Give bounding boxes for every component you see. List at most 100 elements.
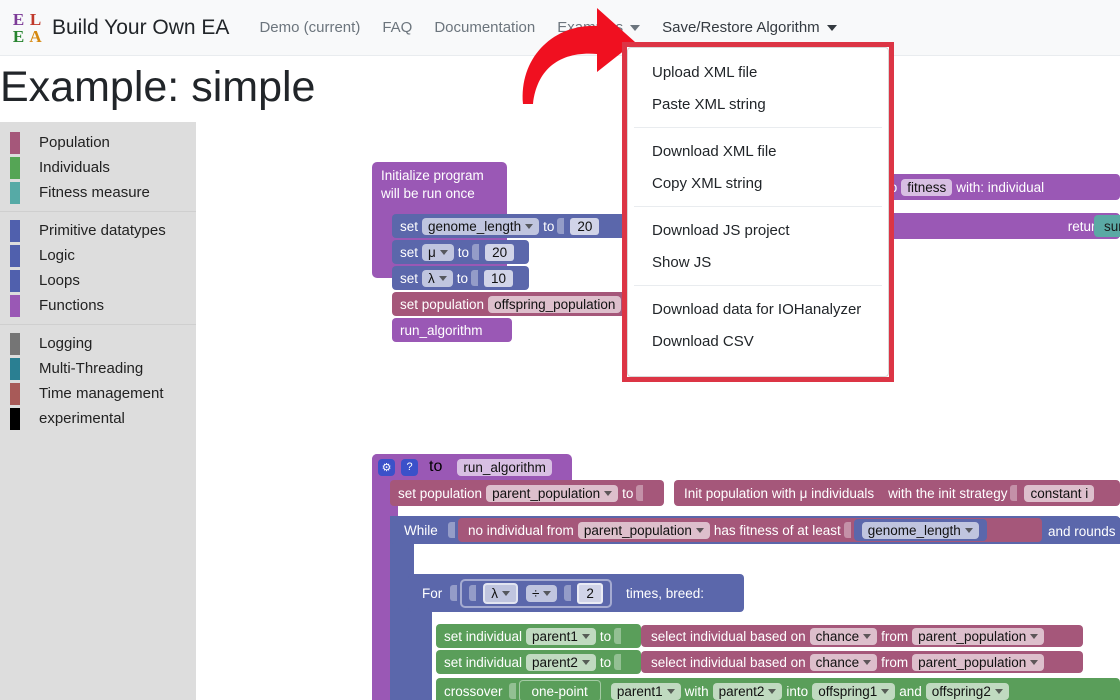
sidebar-item-logging[interactable]: Logging — [0, 331, 196, 356]
menu-item-download-data-iohanalyzer[interactable]: Download data for IOHanalyzer — [628, 293, 888, 325]
nav-item-examples-label: Examples — [557, 19, 624, 36]
sidebar-item-time-management[interactable]: Time management — [0, 381, 196, 406]
sidebar-item-population[interactable]: Population — [0, 130, 196, 155]
menu-item-copy-xml-string[interactable]: Copy XML string — [628, 167, 888, 199]
procedure-name: run_algorithm — [400, 322, 483, 338]
variable-dropdown-lambda[interactable]: λ — [483, 582, 518, 604]
number-value[interactable]: 20 — [570, 217, 600, 235]
and-keyword: and — [899, 683, 922, 699]
block-crossover-type[interactable]: one-point — [518, 680, 601, 700]
variable-dropdown-mu[interactable]: μ — [422, 243, 454, 261]
procedure-name-field[interactable]: fitness — [901, 178, 953, 196]
procedure-name-field[interactable]: run_algorithm — [457, 458, 552, 476]
variable-dropdown-parent-population[interactable]: parent_population — [912, 627, 1045, 645]
sidebar-item-label: Individuals — [39, 159, 110, 176]
variable-dropdown-parent-population[interactable]: parent_population — [912, 653, 1045, 671]
chevron-down-icon — [438, 275, 447, 281]
sidebar-item-label: Logic — [39, 247, 75, 264]
sidebar-item-individuals[interactable]: Individuals — [0, 155, 196, 180]
sidebar-item-fitness-measure[interactable]: Fitness measure — [0, 180, 196, 205]
operator-dropdown-divide[interactable]: ÷ — [526, 584, 558, 602]
variable-name: parent_population — [583, 522, 692, 538]
set-individual-keyword: set individual — [444, 654, 523, 670]
save-restore-dropdown-highlight: Upload XML file Paste XML string Downloa… — [622, 42, 894, 382]
sidebar-item-loops[interactable]: Loops — [0, 268, 196, 293]
variable-dropdown-parent2[interactable]: parent2 — [712, 682, 783, 700]
variable-dropdown-parent1[interactable]: parent1 — [526, 627, 596, 645]
variable-dropdown-lambda[interactable]: λ — [422, 269, 453, 287]
number-value[interactable]: 2 — [577, 582, 603, 604]
selection-mode-dropdown[interactable]: chance — [809, 627, 878, 645]
block-run-algorithm-header[interactable]: ⚙ ? to run_algorithm — [372, 454, 572, 480]
save-restore-dropdown-menu[interactable]: Upload XML file Paste XML string Downloa… — [627, 47, 889, 377]
help-icon[interactable]: ? — [401, 458, 418, 476]
sidebar-item-functions[interactable]: Functions — [0, 293, 196, 318]
variable-name: λ — [428, 270, 435, 286]
variable-dropdown-parent-population[interactable]: parent_population — [577, 521, 710, 539]
menu-item-download-csv[interactable]: Download CSV — [628, 325, 888, 357]
sidebar-item-multi-threading[interactable]: Multi-Threading — [0, 356, 196, 381]
variable-dropdown-genome-length[interactable]: genome_length — [861, 521, 979, 539]
block-crossover[interactable]: crossover one-point parent1 with parent2… — [436, 678, 1120, 700]
block-set-mu[interactable]: set μ to 20 — [392, 240, 529, 264]
variable-dropdown-parent-population[interactable]: parent_population — [486, 484, 619, 502]
app-logo[interactable]: E L E A — [10, 11, 44, 45]
menu-item-upload-xml-file[interactable]: Upload XML file — [628, 56, 888, 88]
block-sum[interactable]: sum — [1094, 215, 1120, 237]
block-select-individual-1[interactable]: select individual based on chance from p… — [641, 625, 1083, 647]
variable-dropdown-offspring2[interactable]: offspring2 — [925, 682, 1009, 700]
block-set-individual-parent2[interactable]: set individual parent2 to — [436, 650, 641, 674]
variable-name: parent_population — [492, 485, 601, 501]
block-set-individual-parent1[interactable]: set individual parent1 to — [436, 624, 641, 648]
block-init-population[interactable]: Init population with μ individuals with … — [674, 480, 1120, 506]
nav-item-examples[interactable]: Examples — [557, 19, 641, 36]
block-genome-length-ref[interactable]: genome_length — [853, 519, 987, 541]
nav-item-documentation[interactable]: Documentation — [434, 19, 535, 36]
menu-item-download-js-project[interactable]: Download JS project — [628, 214, 888, 246]
variable-dropdown-genome-length[interactable]: genome_length — [422, 217, 540, 235]
block-select-individual-2[interactable]: select individual based on chance from p… — [641, 651, 1083, 673]
set-population-keyword: set population — [398, 485, 483, 501]
from-keyword: from — [881, 628, 909, 644]
procedure-name: run_algorithm — [463, 459, 546, 475]
nav-links: Demo (current) FAQ Documentation Example… — [259, 19, 837, 36]
for-arith-group[interactable]: λ ÷ 2 — [460, 578, 612, 608]
init-strategy-value[interactable]: constant i — [1024, 484, 1095, 502]
block-initialize-program-header[interactable]: Initialize program will be run once — [372, 162, 507, 212]
sidebar-item-experimental[interactable]: experimental — [0, 406, 196, 431]
sidebar-item-logic[interactable]: Logic — [0, 243, 196, 268]
chevron-down-icon — [1030, 659, 1039, 665]
block-set-parent-population[interactable]: set population parent_population to — [390, 480, 664, 506]
number-value[interactable]: 10 — [484, 269, 514, 287]
variable-dropdown-offspring1[interactable]: offspring1 — [812, 682, 896, 700]
nav-item-save-restore[interactable]: Save/Restore Algorithm — [662, 19, 837, 36]
block-set-lambda[interactable]: set λ to 10 — [392, 266, 529, 290]
set-population-keyword: set population — [400, 296, 485, 312]
sidebar-item-label: Logging — [39, 335, 93, 352]
menu-item-show-js[interactable]: Show JS — [628, 246, 888, 278]
chevron-down-icon — [695, 527, 704, 533]
number-value[interactable]: 20 — [485, 243, 515, 261]
sidebar-item-primitive-datatypes[interactable]: Primitive datatypes — [0, 218, 196, 243]
set-keyword: set — [400, 218, 419, 234]
chevron-down-icon — [502, 590, 510, 596]
nav-item-demo[interactable]: Demo (current) — [259, 19, 360, 36]
selection-mode-dropdown[interactable]: chance — [809, 653, 878, 671]
while-tail-text: and rounds l — [1048, 523, 1120, 539]
block-set-genome-length[interactable]: set genome_length to 20 — [392, 214, 637, 238]
variable-dropdown-parent1[interactable]: parent1 — [610, 682, 681, 700]
toolbox-group-core: Primitive datatypes Logic Loops Function… — [0, 216, 196, 320]
category-color-swatch — [10, 382, 20, 405]
block-while-condition[interactable]: no individual from parent_population has… — [458, 518, 1042, 542]
variable-dropdown-offspring-population[interactable]: offspring_population — [488, 295, 622, 313]
menu-item-paste-xml-string[interactable]: Paste XML string — [628, 88, 888, 120]
brand-title[interactable]: Build Your Own EA — [52, 16, 229, 40]
block-for-header[interactable]: For λ ÷ 2 times, breed: — [408, 574, 744, 612]
variable-name: parent2 — [718, 683, 765, 699]
gear-icon[interactable]: ⚙ — [378, 458, 395, 476]
menu-item-download-xml-file[interactable]: Download XML file — [628, 135, 888, 167]
category-color-swatch — [10, 332, 20, 355]
variable-dropdown-parent2[interactable]: parent2 — [526, 653, 596, 671]
block-call-run-algorithm[interactable]: run_algorithm — [392, 318, 512, 342]
nav-item-faq[interactable]: FAQ — [382, 19, 412, 36]
